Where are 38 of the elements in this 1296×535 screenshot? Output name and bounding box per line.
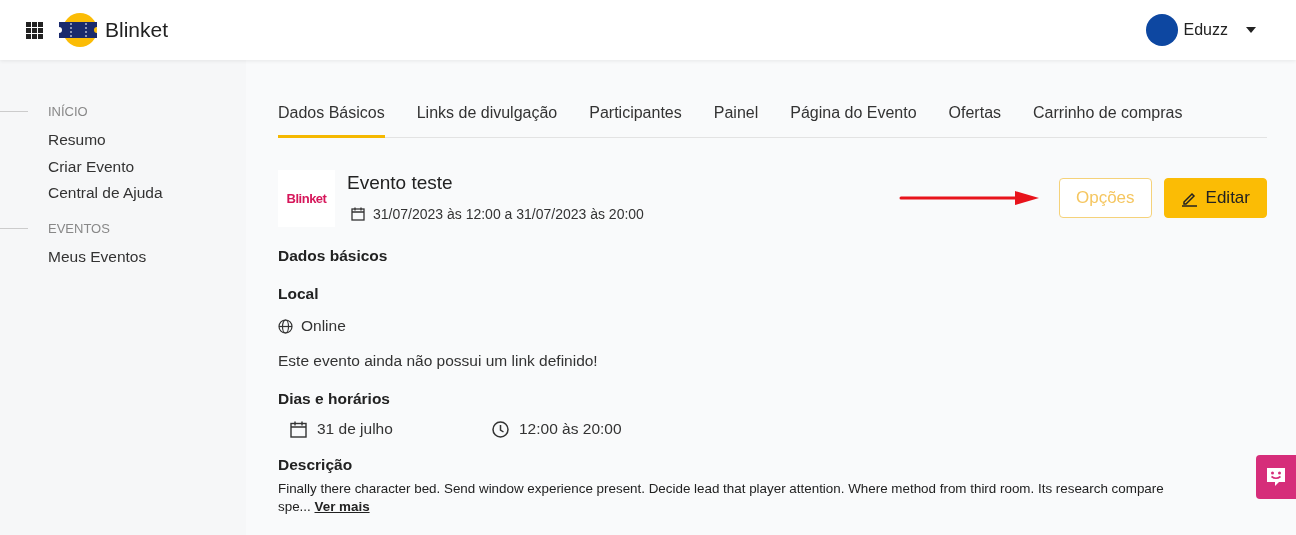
sidebar-link[interactable]: Central de Ajuda: [48, 182, 246, 209]
local-heading: Local: [278, 285, 320, 303]
sidebar-section-title: EVENTOS: [48, 220, 110, 236]
edit-button[interactable]: Editar: [1163, 178, 1267, 218]
location-mode: Online: [301, 317, 346, 335]
user-avatar[interactable]: [1145, 14, 1178, 46]
schedule-heading: Dias e horários: [278, 390, 391, 408]
tab[interactable]: Painel: [713, 104, 759, 138]
event-date: 31 de julho: [317, 420, 393, 438]
globe-icon: [278, 318, 293, 334]
sidebar-section-title: INÍCIO: [48, 104, 88, 119]
see-more-link[interactable]: Ver mais: [314, 499, 370, 514]
tab[interactable]: Página do Evento: [790, 104, 917, 138]
sidebar-link[interactable]: Meus Eventos: [48, 245, 246, 272]
event-period: 31/07/2023 às 12:00 a 31/07/2023 às 20:00: [373, 206, 644, 222]
tab[interactable]: Links de divulgação: [416, 104, 558, 138]
chat-button[interactable]: [1256, 455, 1296, 499]
user-name: Eduzz: [1183, 21, 1228, 39]
section-title: Dados básicos: [278, 247, 389, 265]
event-title: Evento teste: [347, 172, 454, 194]
tab[interactable]: Ofertas: [948, 104, 1002, 138]
ticket-logo-icon: [59, 12, 97, 48]
event-time: 12:00 às 20:00: [519, 420, 622, 438]
tab[interactable]: Carrinho de compras: [1033, 104, 1183, 138]
location-note: Este evento ainda não possui um link definido!: [278, 352, 599, 370]
smiley-chat-icon: [1264, 465, 1288, 489]
clock-icon: [492, 420, 509, 438]
apps-grid-icon[interactable]: [26, 21, 43, 39]
calendar-icon: [290, 420, 307, 438]
description-heading: Descrição: [278, 456, 354, 474]
sidebar-link[interactable]: Criar Evento: [48, 155, 246, 182]
tab[interactable]: Participantes: [589, 104, 682, 138]
event-logo: Blinket: [278, 170, 335, 227]
tab[interactable]: Dados Básicos: [278, 104, 385, 138]
caret-icon[interactable]: [1246, 27, 1256, 33]
calendar-icon: [351, 207, 365, 221]
sidebar-link[interactable]: Resumo: [48, 129, 246, 156]
brand-name: Blinket: [105, 18, 169, 42]
